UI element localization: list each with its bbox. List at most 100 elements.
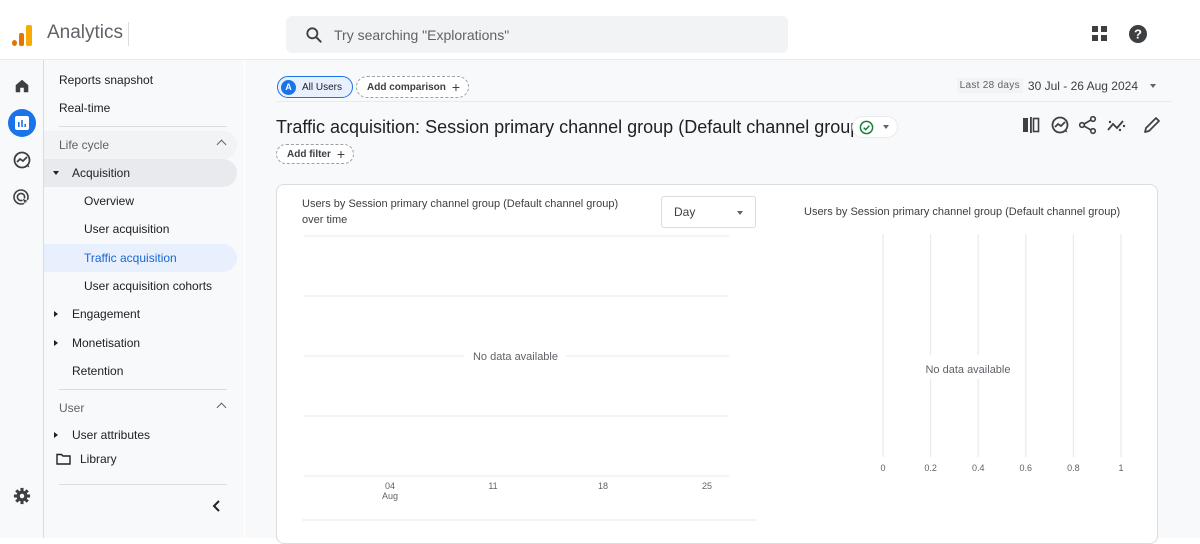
svg-text:?: ? [1134, 27, 1142, 42]
sidebar-item-label: Acquisition [72, 166, 131, 180]
app-name: Analytics [47, 22, 124, 43]
expand-triangle-icon [54, 432, 58, 438]
date-range-label: Last 28 days [956, 78, 1023, 93]
x-tick-label: 0.4 [972, 463, 985, 473]
x-tick-label: 25 [702, 481, 712, 491]
sidebar-item-label: User attributes [72, 428, 151, 440]
add-comparison-label: Add comparison [367, 81, 446, 93]
reports-icon[interactable] [8, 109, 36, 137]
sidebar-item-label: Reports snapshot [59, 73, 154, 87]
sidebar-item-label: Monetisation [72, 336, 141, 350]
sidebar-divider [59, 389, 227, 390]
sidebar-divider [59, 484, 227, 485]
sidebar-item-realtime[interactable]: Real-time [44, 94, 237, 122]
sidebar-item-user-acquisition-cohorts[interactable]: User acquisition cohorts [44, 272, 237, 300]
main-content: A All Users Add comparison + Last 28 day… [245, 60, 1200, 544]
search-input[interactable] [334, 16, 754, 53]
sidebar-scroll-clip: User attributes [44, 428, 237, 440]
folder-icon [56, 453, 71, 465]
trend-sparkline-icon[interactable] [1106, 115, 1126, 135]
sidebar-item-user-attributes[interactable]: User attributes [44, 428, 237, 440]
bar-chart: 0 0.2 0.4 0.6 0.8 1 No data available [880, 234, 1124, 473]
date-range-picker[interactable]: Last 28 days 30 Jul - 26 Aug 2024 [956, 78, 1156, 93]
add-filter-button[interactable]: Add filter + [276, 144, 355, 164]
page-title: Traffic acquisition: Session primary cha… [276, 117, 867, 137]
granularity-value: Day [674, 205, 696, 219]
sidebar-item-engagement[interactable]: Engagement [44, 300, 237, 328]
line-chart-title: Users by Session primary channel group (… [302, 198, 619, 226]
search-bar[interactable] [286, 16, 788, 53]
line-chart: No data available 04Aug 11 18 25 [302, 235, 757, 521]
sidebar-item-monetisation[interactable]: Monetisation [44, 329, 237, 357]
sidebar-item-overview[interactable]: Overview [44, 187, 237, 215]
sidebar-divider [59, 126, 227, 127]
sidebar-item-label: Retention [72, 364, 124, 378]
header-divider [277, 101, 1172, 102]
sidebar-item-traffic-acquisition[interactable]: Traffic acquisition [44, 244, 237, 272]
empty-state-message: No data available [925, 364, 1010, 376]
segment-label: All Users [302, 81, 343, 93]
sidebar-item-reports-snapshot[interactable]: Reports snapshot [44, 66, 237, 94]
compare-columns-icon[interactable] [1021, 115, 1041, 135]
plus-icon: + [451, 79, 461, 95]
x-tick-month-label: Aug [382, 491, 398, 501]
chevron-up-icon [216, 139, 227, 150]
x-tick-label: 0.6 [1020, 463, 1033, 473]
sidebar-section-label: User [59, 401, 85, 415]
date-range-value: 30 Jul - 26 Aug 2024 [1027, 78, 1138, 93]
left-rail [0, 60, 44, 538]
chevron-left-icon[interactable] [211, 499, 223, 513]
explore-icon[interactable] [8, 146, 36, 174]
granularity-select[interactable]: Day [661, 196, 756, 228]
apps-grid-icon[interactable] [1090, 24, 1110, 44]
add-comparison-button[interactable]: Add comparison + [356, 76, 470, 98]
expand-triangle-icon [54, 340, 58, 346]
segment-badge: A [281, 79, 296, 95]
sidebar-item-user-acquisition[interactable]: User acquisition [44, 215, 237, 243]
sidebar-section-user[interactable]: User [44, 394, 237, 422]
sidebar-item-label: User acquisition [84, 222, 170, 236]
sidebar-item-label: Overview [84, 194, 135, 208]
dropdown-arrow-icon [737, 211, 743, 215]
sidebar-item-label: Engagement [72, 307, 141, 321]
x-tick-label: 11 [488, 481, 497, 491]
expand-triangle-icon [53, 171, 59, 175]
plus-icon: + [336, 146, 346, 162]
sidebar-item-retention[interactable]: Retention [44, 357, 237, 385]
share-icon[interactable] [1078, 115, 1098, 135]
expand-triangle-icon [54, 311, 58, 317]
home-icon[interactable] [8, 72, 36, 100]
edit-pencil-icon[interactable] [1142, 115, 1162, 135]
top-bar: Analytics ? [0, 0, 1200, 60]
sidebar-item-label: User acquisition cohorts [84, 279, 213, 293]
settings-gear-icon[interactable] [8, 482, 36, 510]
report-status-chip[interactable] [852, 116, 898, 138]
logo-divider [128, 22, 129, 46]
insights-icon[interactable] [1050, 115, 1070, 135]
sidebar-section-label: Life cycle [59, 138, 110, 152]
sidebar-item-acquisition[interactable]: Acquisition [44, 159, 237, 187]
empty-state-message: No data available [473, 351, 558, 363]
analytics-logo-icon[interactable] [10, 22, 34, 46]
dropdown-arrow-icon [1150, 83, 1156, 88]
advertising-icon[interactable] [8, 184, 36, 212]
sidebar-nav: Reports snapshot Real-time Life cycle Ac… [44, 60, 244, 538]
sidebar-item-label: Traffic acquisition [84, 251, 177, 265]
x-tick-label: 0.2 [924, 463, 937, 473]
sidebar-item-label: Library [80, 452, 117, 466]
sidebar-item-label: Real-time [59, 101, 111, 115]
x-tick-label: 0.8 [1067, 463, 1080, 473]
bar-chart-title: Users by Session primary channel group (… [804, 206, 1121, 218]
sidebar-item-library[interactable]: Library [44, 445, 237, 473]
add-filter-label: Add filter [287, 148, 331, 160]
help-icon[interactable]: ? [1128, 24, 1148, 44]
search-icon [306, 27, 322, 43]
x-tick-label: 1 [1118, 463, 1123, 473]
check-circle-icon [859, 120, 874, 134]
all-users-chip[interactable]: A All Users [277, 76, 354, 98]
x-tick-label: 04 [385, 481, 395, 491]
charts-card: Users by Session primary channel group (… [276, 184, 1158, 544]
x-tick-label: 0 [880, 463, 885, 473]
sidebar-section-lifecycle[interactable]: Life cycle [44, 131, 237, 159]
x-tick-label: 18 [598, 481, 608, 491]
